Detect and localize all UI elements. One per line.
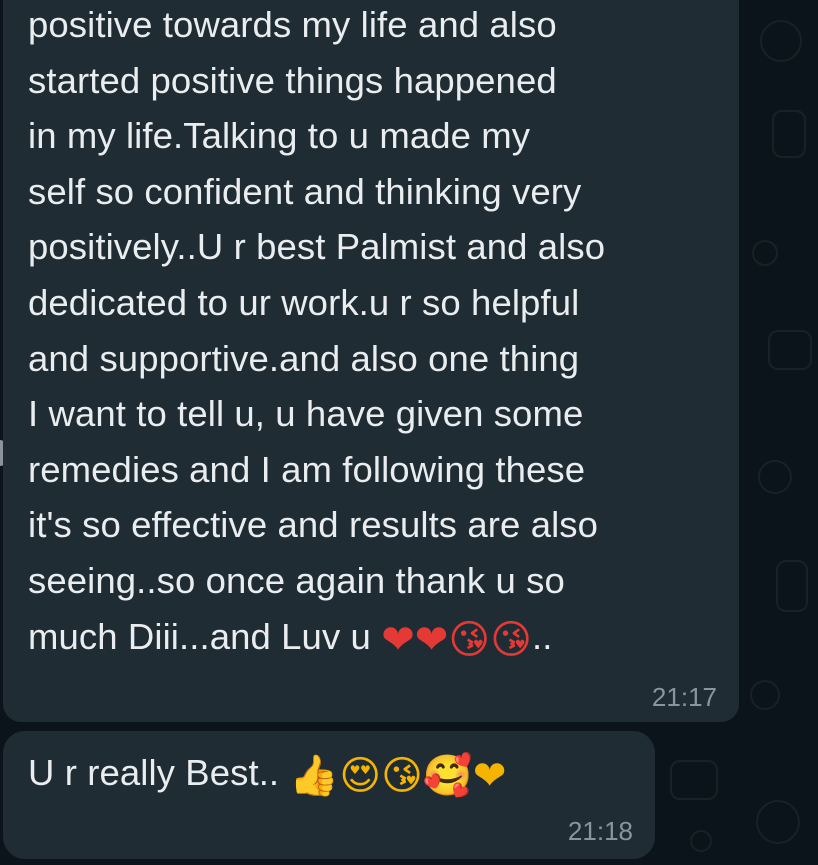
wallpaper-doodle <box>750 680 780 710</box>
wallpaper-doodle <box>756 800 800 844</box>
message-timestamp: 21:18 <box>567 816 633 846</box>
wallpaper-doodle <box>760 20 802 62</box>
message-tail: .. <box>532 615 553 657</box>
message-bubble-received[interactable]: positive towards my life and also starte… <box>3 0 739 722</box>
message-text: positive towards my life and also starte… <box>28 0 728 664</box>
message-body: positive towards my life and also starte… <box>28 4 606 657</box>
wallpaper-doodle <box>772 110 806 158</box>
wallpaper-doodle <box>752 240 778 266</box>
wallpaper-doodle <box>690 830 712 852</box>
wallpaper-doodle <box>670 760 718 800</box>
message-body: U r really Best.. <box>28 752 290 793</box>
message-timestamp: 21:17 <box>651 682 717 712</box>
message-emoji: 👍😍😘🥰❤ <box>289 753 507 799</box>
message-bubble-received[interactable]: U r really Best.. 👍😍😘🥰❤ 21:18 <box>3 731 655 859</box>
message-emoji: ❤❤😘😘 <box>381 616 533 663</box>
wallpaper-doodle <box>758 460 792 494</box>
wallpaper-doodle <box>776 560 808 612</box>
wallpaper-doodle <box>768 330 812 370</box>
message-text: U r really Best.. 👍😍😘🥰❤ <box>28 745 638 801</box>
